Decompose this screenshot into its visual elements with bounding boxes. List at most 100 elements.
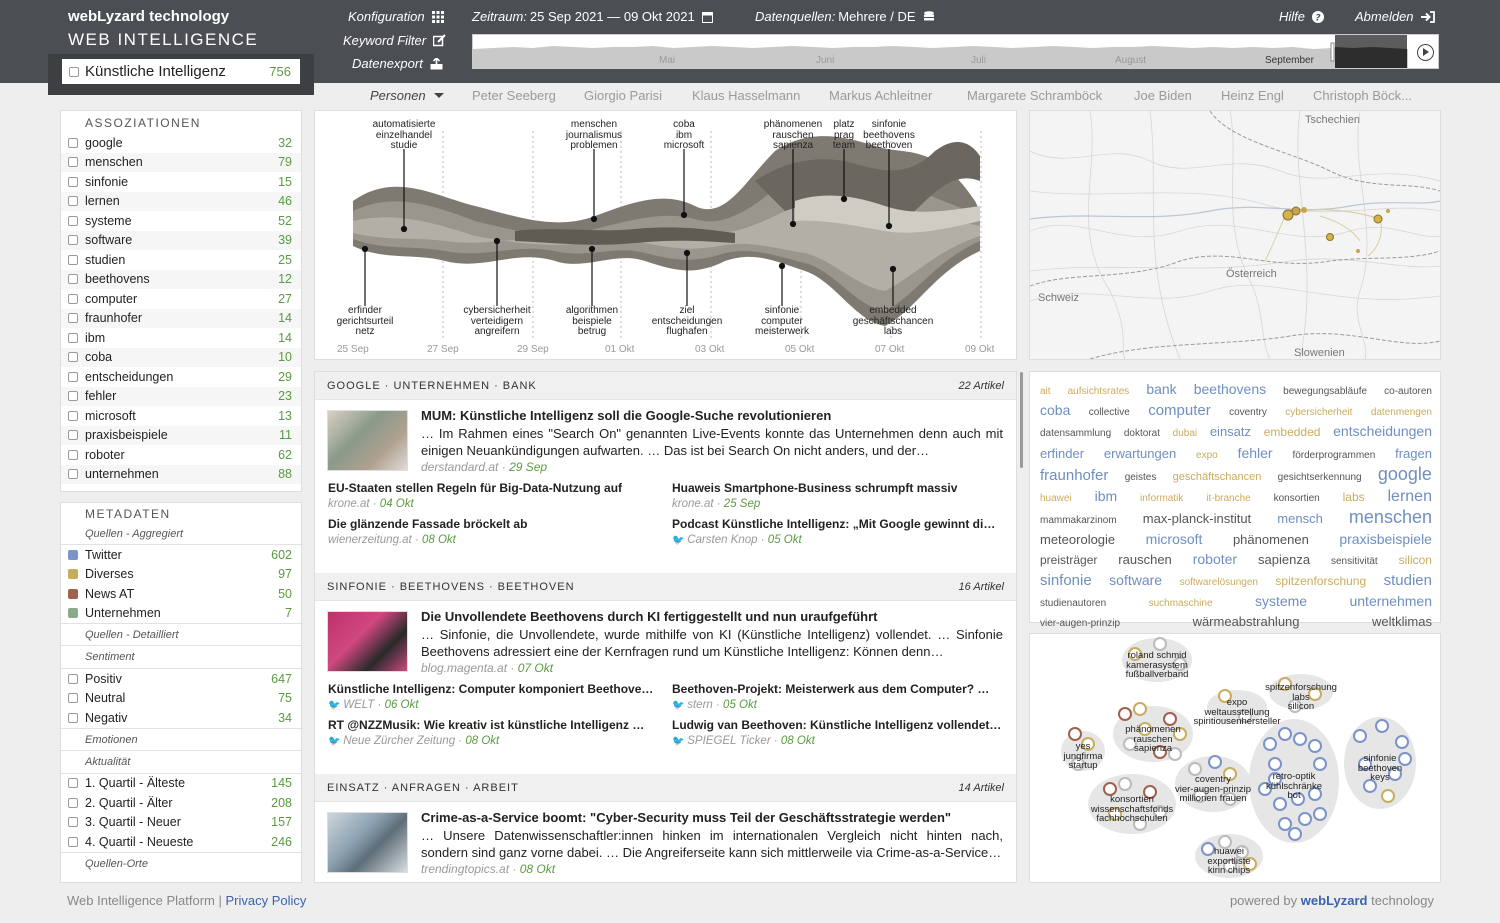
cluster-node[interactable] (1298, 812, 1312, 826)
checkbox[interactable] (68, 137, 78, 148)
assoziation-item[interactable]: unternehmen 88 (61, 464, 301, 484)
tag-keyword[interactable]: ait (1040, 383, 1051, 401)
streamgraph-topic-label[interactable]: erfinder gerichtsurteil netz (315, 305, 415, 338)
tag-keyword[interactable]: studien (1384, 572, 1432, 590)
cluster-label[interactable]: huawei exportliste kirin chips (1179, 847, 1279, 876)
play-icon[interactable] (1417, 44, 1434, 61)
cluster-node[interactable] (1288, 827, 1302, 841)
assoziation-item[interactable]: coba 10 (61, 347, 301, 367)
cluster-label[interactable]: roland schmid kamerasystem fußballverband (1107, 651, 1207, 680)
cluster-node[interactable] (1268, 757, 1282, 771)
assoziation-item[interactable]: sinfonie 15 (61, 172, 301, 192)
tag-keyword[interactable]: geistes (1125, 469, 1157, 487)
checkbox[interactable] (68, 673, 78, 684)
datenexport-link[interactable]: Datenexport (352, 56, 443, 71)
cluster-label[interactable]: yes jungfirma startup (1033, 742, 1133, 771)
tag-keyword[interactable]: ibm (1095, 487, 1118, 505)
assoziation-item[interactable]: praxisbeispiele 11 (61, 425, 301, 445)
streamgraph-topic-label[interactable]: sinfonie computer meisterwerk (732, 305, 832, 338)
keyword-filter-link[interactable]: Keyword Filter (343, 33, 446, 48)
tag-keyword[interactable]: preisträger (1040, 551, 1097, 569)
tag-keyword[interactable]: förderprogrammen (1292, 447, 1375, 465)
assoziation-item[interactable]: entscheidungen 29 (61, 367, 301, 387)
tag-keyword[interactable]: softwarelösungen (1180, 574, 1258, 592)
cluster-node[interactable] (1068, 727, 1082, 741)
streamgraph-topic-label[interactable]: ziel entscheidungen flughafen (637, 305, 737, 338)
tag-keyword[interactable]: microsoft (1146, 530, 1203, 548)
story-thumbnail[interactable] (327, 812, 408, 873)
cluster-label[interactable]: konsortien wissenschaftsfonds fachhochschu… (1082, 795, 1182, 824)
checkbox[interactable] (68, 235, 78, 246)
cluster-label[interactable]: sinfonie beethoven keys (1330, 754, 1430, 783)
checkbox[interactable] (68, 176, 78, 187)
tag-keyword[interactable]: rauschen (1118, 551, 1171, 569)
map-panel[interactable]: Tschechien Österreich Schweiz Slowenien (1029, 110, 1441, 360)
tag-keyword[interactable]: bank (1146, 380, 1176, 398)
sentiment-item[interactable]: Neutral 75 (61, 689, 301, 709)
tag-keyword[interactable]: mammakarzinom (1040, 512, 1117, 530)
checkbox[interactable] (68, 391, 78, 402)
tag-keyword[interactable]: doktorat (1124, 425, 1160, 443)
tag-keyword[interactable]: sensitivität (1331, 553, 1378, 571)
related-article[interactable]: Beethoven-Projekt: Meisterwerk aus dem C… (672, 682, 1002, 711)
tag-keyword[interactable]: wärmeabstrahlung (1193, 613, 1300, 631)
checkbox[interactable] (68, 430, 78, 441)
assoziation-item[interactable]: microsoft 13 (61, 406, 301, 426)
tag-keyword[interactable]: praxisbeispiele (1339, 530, 1432, 548)
tag-keyword[interactable]: expo (1196, 447, 1218, 465)
assoziation-item[interactable]: fraunhofer 14 (61, 308, 301, 328)
person-tab[interactable]: Christoph Böck... (1313, 88, 1412, 103)
checkbox[interactable] (68, 352, 78, 363)
assoziation-item[interactable]: ibm 14 (61, 328, 301, 348)
personen-dropdown[interactable]: Personen (370, 88, 445, 103)
quartil-item[interactable]: 4. Quartil - Neueste 246 (61, 832, 301, 852)
story-header[interactable]: GOOGLE · UNTERNEHMEN · BANK 22 Artikel (315, 372, 1016, 400)
assoziation-item[interactable]: systeme 52 (61, 211, 301, 231)
assoziation-item[interactable]: menschen 79 (61, 152, 301, 172)
cluster-node[interactable] (1375, 719, 1389, 733)
tag-keyword[interactable]: gesichtserkennung (1278, 469, 1362, 487)
assoziation-item[interactable]: beethovens 12 (61, 269, 301, 289)
streamgraph-topic-label[interactable]: embedded geschäftschancen labs (843, 305, 943, 338)
story-title[interactable]: Crime-as-a-Service boomt: "Cyber-Securit… (421, 810, 951, 825)
checkbox[interactable] (68, 215, 78, 226)
abmelden-link[interactable]: Abmelden (1355, 9, 1435, 24)
checkbox[interactable] (68, 797, 78, 808)
tag-keyword[interactable]: entscheidungen (1333, 422, 1432, 440)
tag-keyword[interactable]: cybersicherheit (1285, 404, 1352, 422)
cluster-node[interactable] (1293, 732, 1307, 746)
checkbox[interactable] (68, 254, 78, 265)
tag-keyword[interactable]: konsortien (1274, 490, 1320, 508)
emotionen-heading[interactable]: Emotionen (61, 727, 301, 751)
tag-keyword[interactable]: mensch (1277, 510, 1323, 528)
stories-scrollbar[interactable] (1020, 372, 1023, 468)
tag-keyword[interactable]: suchmaschine (1149, 595, 1213, 613)
story-header[interactable]: SINFONIE · BEETHOVENS · BEETHOVEN 16 Arti… (315, 573, 1016, 601)
streamgraph-topic-label[interactable]: sinfonie beethovens beethoven (839, 119, 939, 152)
tag-keyword[interactable]: sinfonie (1040, 572, 1092, 590)
assoziation-item[interactable]: studien 25 (61, 250, 301, 270)
tag-keyword[interactable]: dubai (1173, 425, 1197, 443)
checkbox[interactable] (68, 836, 78, 847)
assoziation-item[interactable]: google 32 (61, 133, 301, 153)
person-tab[interactable]: Heinz Engl (1221, 88, 1284, 103)
zeitraum-selector[interactable]: Zeitraum: 25 Sep 2021 — 09 Okt 2021 (472, 9, 713, 24)
person-tab[interactable]: Joe Biden (1134, 88, 1192, 103)
tag-keyword[interactable]: meteorologie (1040, 531, 1115, 549)
cluster-node[interactable] (1353, 729, 1367, 743)
cluster-node[interactable] (1133, 702, 1147, 716)
tag-keyword[interactable]: weltklimas (1372, 613, 1432, 631)
tag-keyword[interactable]: collective (1089, 404, 1130, 422)
cluster-node[interactable] (1313, 757, 1327, 771)
konfiguration-link[interactable]: Konfiguration (348, 9, 444, 24)
cluster-node[interactable] (1278, 727, 1292, 741)
source-item[interactable]: Diverses 97 (61, 565, 301, 585)
hilfe-link[interactable]: Hilfe ? (1279, 9, 1325, 24)
checkbox[interactable] (68, 332, 78, 343)
timeline-slider[interactable]: Mai Juni Juli August September (472, 34, 1439, 69)
tag-keyword[interactable]: sapienza (1258, 551, 1310, 569)
checkbox[interactable] (68, 157, 78, 168)
related-article[interactable]: Huaweis Smartphone-Business schrumpft ma… (672, 481, 1002, 510)
checkbox[interactable] (68, 313, 78, 324)
sentiment-item[interactable]: Negativ 34 (61, 708, 301, 728)
